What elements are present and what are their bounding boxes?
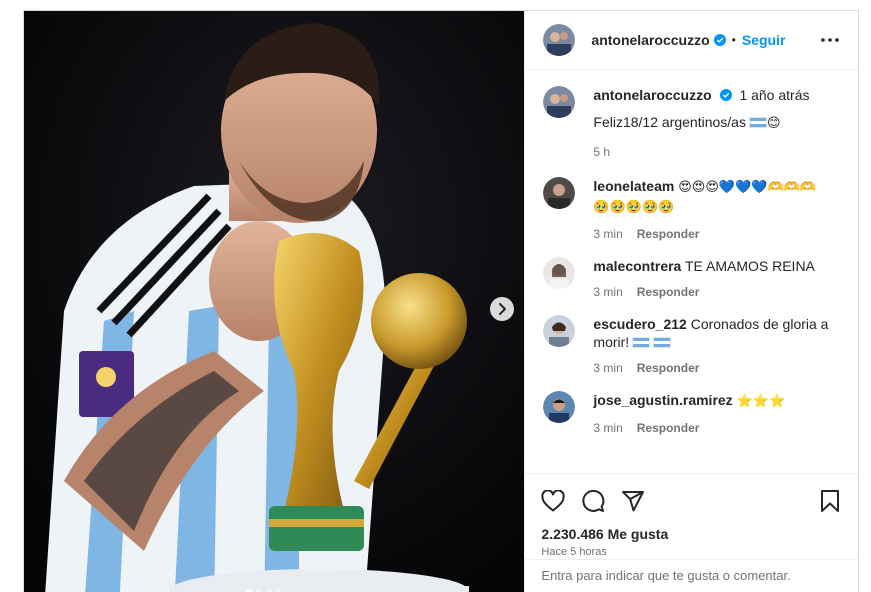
comment-time: 3 min (593, 421, 623, 435)
post-media[interactable] (24, 11, 525, 592)
more-dots-icon (821, 38, 839, 42)
comment-time: 3 min (593, 227, 623, 241)
caption-username[interactable]: antonelaroccuzzo (593, 87, 711, 103)
comment-item: malecontrera TE AMAMOS REINA 3 min Respo… (543, 257, 842, 299)
reply-button[interactable]: Responder (637, 227, 700, 241)
post-timestamp: Hace 5 horas (541, 546, 607, 558)
argentina-flag-icon (748, 117, 767, 128)
comment-avatar[interactable] (543, 257, 576, 289)
smiling-face-icon: 😊 (766, 116, 781, 131)
post-photo (24, 11, 525, 592)
comment-item: jose_agustin.ramirez ⭐⭐⭐ 3 min Responder (543, 391, 842, 435)
next-media-button[interactable] (490, 297, 514, 321)
login-to-comment-prompt[interactable]: Entra para indicar que te gusta o coment… (525, 559, 858, 592)
post-dialog: antonelaroccuzzo • Seguir antonelaroccuz… (23, 10, 859, 592)
bookmark-icon (821, 490, 839, 512)
comment-username[interactable]: jose_agustin.ramirez (593, 392, 732, 408)
reply-button[interactable]: Responder (637, 421, 700, 435)
comment-text: ⭐⭐⭐ (736, 394, 786, 409)
comment-item: escudero_212 Coronados de gloria a morir… (543, 315, 842, 375)
comment-text-continued: morir! (593, 334, 630, 350)
caption-text: Feliz18/12 argentinos/as (593, 114, 746, 130)
comment-username[interactable]: escudero_212 (593, 316, 686, 332)
verified-badge-icon (719, 89, 732, 101)
comment-button[interactable] (581, 489, 605, 513)
argentina-flag-icon (653, 337, 672, 348)
argentina-flag-icon (632, 337, 651, 348)
post-actions: 2.230.486 Me gusta Hace 5 horas (525, 473, 858, 559)
paper-plane-icon (622, 491, 645, 512)
caption-avatar[interactable] (543, 86, 576, 118)
post-panel: antonelaroccuzzo • Seguir antonelaroccuz… (524, 11, 858, 592)
verified-badge-icon (713, 34, 726, 46)
reply-button[interactable]: Responder (637, 361, 700, 375)
follow-button[interactable]: Seguir (742, 32, 786, 48)
author-avatar[interactable] (543, 24, 576, 56)
comment-username[interactable]: leonelateam (593, 178, 674, 194)
comment-item: leonelateam 😍😍😍💙💙💙🫶🫶🫶 🥹🥹🥹🥹🥹 3 min Respon… (543, 177, 842, 241)
comment-text: Coronados de gloria a (690, 316, 829, 332)
author-username[interactable]: antonelaroccuzzo (591, 32, 709, 48)
comment-time: 3 min (593, 361, 623, 375)
comment-avatar[interactable] (543, 177, 576, 209)
chevron-right-icon (499, 303, 506, 315)
reply-button[interactable]: Responder (637, 285, 700, 299)
comment-username[interactable]: malecontrera (593, 258, 681, 274)
caption: antonelaroccuzzo 1 año atrás Feliz18/12 … (543, 86, 842, 159)
like-button[interactable] (541, 489, 566, 513)
post-header: antonelaroccuzzo • Seguir (525, 11, 858, 70)
comment-text: TE AMAMOS REINA (684, 258, 815, 274)
share-button[interactable] (621, 489, 645, 513)
comment-bubble-icon (582, 489, 605, 512)
comment-text-continued: 🥹🥹🥹🥹🥹 (593, 200, 675, 215)
likes-count[interactable]: 2.230.486 Me gusta (541, 526, 842, 542)
comment-avatar[interactable] (543, 391, 576, 423)
comment-text: 😍😍😍💙💙💙🫶🫶🫶 (678, 180, 817, 195)
caption-age: 1 año atrás (739, 87, 810, 103)
header-separator: • (731, 33, 736, 47)
comment-avatar[interactable] (543, 315, 576, 347)
caption-time: 5 h (593, 145, 611, 159)
save-button[interactable] (818, 489, 842, 513)
more-options-button[interactable] (818, 28, 842, 52)
heart-icon (541, 490, 566, 512)
comments-list[interactable]: antonelaroccuzzo 1 año atrás Feliz18/12 … (525, 70, 858, 473)
comment-time: 3 min (593, 285, 623, 299)
